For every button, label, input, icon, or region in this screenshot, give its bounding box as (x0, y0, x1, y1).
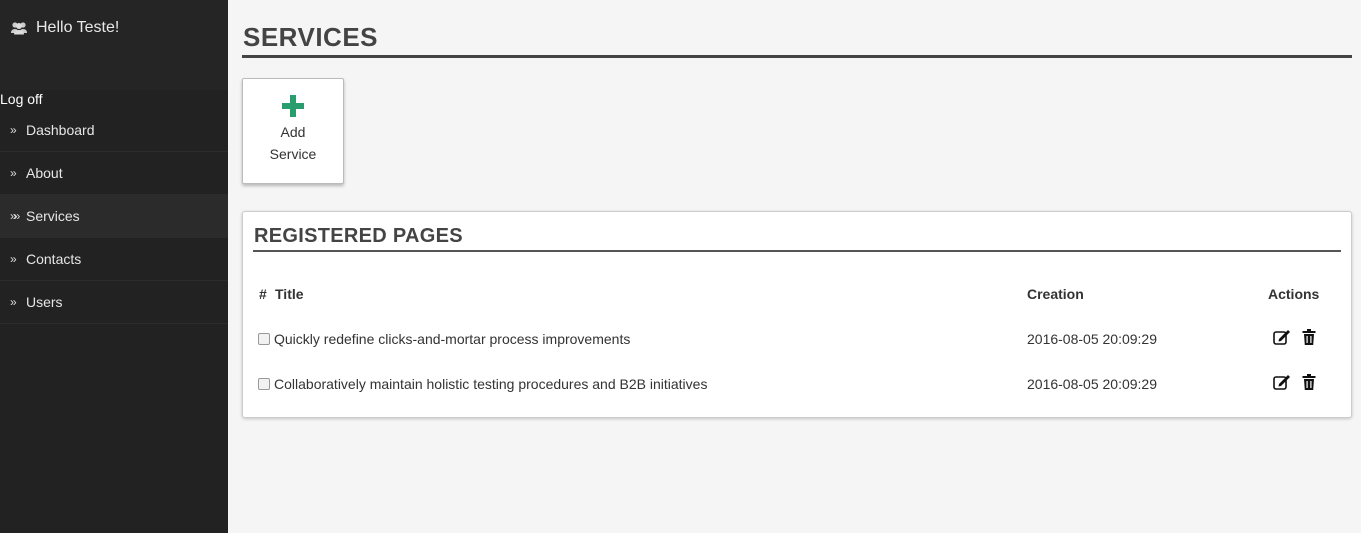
sidebar-nav: » Dashboard » About »» Services » Contac… (0, 109, 228, 324)
sidebar-item-contacts[interactable]: » Contacts (0, 238, 228, 281)
column-header-creation: Creation (1027, 286, 1084, 302)
users-icon (11, 22, 27, 35)
row-select-checkbox[interactable] (258, 378, 270, 390)
sidebar-item-about[interactable]: » About (0, 152, 228, 195)
sidebar: Hello Teste! Log off » Dashboard » About… (0, 0, 228, 533)
sidebar-item-dashboard[interactable]: » Dashboard (0, 109, 228, 152)
logoff-link[interactable]: Log off (0, 91, 43, 107)
user-greeting: Hello Teste! (10, 19, 119, 37)
panel-divider (253, 250, 1341, 252)
title-divider (242, 55, 1352, 58)
greeting-text: Hello Teste! (36, 19, 120, 36)
double-chevron-right-icon: » (10, 252, 17, 266)
column-header-number: # (259, 286, 267, 302)
row-title: Quickly redefine clicks-and-mortar proce… (274, 331, 631, 347)
sidebar-item-label: Contacts (26, 251, 82, 267)
double-chevron-right-icon: » (10, 123, 17, 137)
panel-title: REGISTERED PAGES (254, 225, 463, 247)
trash-icon[interactable] (1302, 374, 1316, 390)
column-header-title: Title (275, 286, 304, 302)
plus-icon (282, 95, 304, 117)
row-creation-date: 2016-08-05 20:09:29 (1027, 331, 1157, 347)
double-chevron-right-icon: » (10, 295, 17, 309)
sidebar-header: Hello Teste! (0, 0, 228, 90)
row-select-checkbox[interactable] (258, 333, 270, 345)
sidebar-item-label: Dashboard (26, 122, 95, 138)
edit-icon[interactable] (1273, 374, 1291, 390)
triple-chevron-right-icon: »» (10, 209, 20, 223)
sidebar-item-users[interactable]: » Users (0, 281, 228, 324)
column-header-actions: Actions (1268, 286, 1320, 302)
add-service-label-line2: Service (269, 146, 317, 162)
edit-icon[interactable] (1273, 329, 1291, 345)
page-title: SERVICES (243, 22, 379, 52)
row-title: Collaboratively maintain holistic testin… (274, 376, 708, 392)
sidebar-item-label: Users (26, 294, 63, 310)
add-service-label-line1: Add (280, 124, 306, 140)
add-service-button[interactable]: Add Service (242, 78, 344, 184)
sidebar-item-label: About (26, 165, 63, 181)
sidebar-item-services[interactable]: »» Services (0, 195, 228, 238)
double-chevron-right-icon: » (10, 166, 17, 180)
trash-icon[interactable] (1302, 329, 1316, 345)
sidebar-item-label: Services (26, 208, 80, 224)
row-creation-date: 2016-08-05 20:09:29 (1027, 376, 1157, 392)
registered-pages-panel: REGISTERED PAGES # Title Creation Action… (242, 211, 1352, 418)
